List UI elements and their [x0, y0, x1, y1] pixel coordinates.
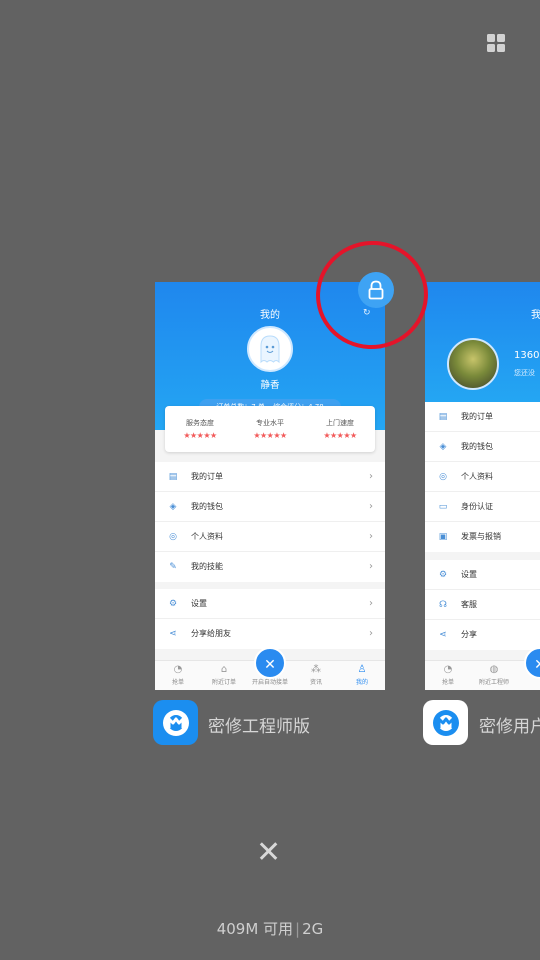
menu-group-settings: ⚙ 设置 › ⋖ 分享给朋友 › [155, 589, 385, 649]
screen-title: 我 [531, 310, 540, 321]
gear-icon: ⚙ [438, 570, 448, 580]
star-rating-icon: ★★★★★ [183, 431, 217, 440]
menu-item-profile[interactable]: ◎ 个人资料 [425, 462, 540, 492]
bottom-tab-bar: ◔ 抢单 ◍ 附近工程师 ✕ [425, 647, 540, 690]
globe-icon: ◍ [489, 664, 499, 675]
news-icon: ⁂ [311, 664, 321, 675]
app-name-label: 密修用户 [479, 717, 540, 737]
share-icon: ⋖ [439, 630, 447, 640]
wallet-icon: ◈ [439, 442, 447, 452]
star-rating-icon: ★★★★★ [323, 431, 357, 440]
chevron-right-icon: › [369, 598, 373, 609]
user-icon: ◎ [169, 532, 177, 542]
person-icon: ♙ [357, 664, 367, 675]
memory-status: 409M 可用 | 2G [216, 920, 324, 938]
user-icon: ◎ [439, 472, 447, 482]
memory-available: 409M 可用 [216, 920, 294, 938]
menu-item-share[interactable]: ⋖ 分享 [425, 620, 540, 650]
menu-item-invoice[interactable]: ▣ 发票与报销 [425, 522, 540, 552]
app-name-label: 密修工程师版 [208, 717, 310, 737]
chevron-right-icon: › [369, 501, 373, 512]
invoice-icon: ▣ [438, 532, 448, 542]
menu-item-profile[interactable]: ◎ 个人资料 › [155, 522, 385, 552]
wrench-icon: ✎ [169, 562, 177, 572]
menu-item-share[interactable]: ⋖ 分享给朋友 › [155, 619, 385, 649]
bottom-tab-bar: ◔ 抢单 ⌂ 附近订单 开启自动接单 ✕ ⁂ 资讯 ♙ 我的 [155, 647, 385, 690]
tools-icon[interactable]: ✕ [254, 647, 286, 679]
order-icon: ▤ [168, 472, 178, 482]
menu-item-wallet[interactable]: ◈ 我的钱包 [425, 432, 540, 462]
profile-subtitle: 您还没 [514, 369, 535, 377]
tab-grab-order[interactable]: ◔ 抢单 [425, 661, 471, 690]
id-card-icon: ▭ [438, 502, 448, 512]
tab-me[interactable]: ♙ 我的 [339, 661, 385, 690]
tools-icon[interactable]: ✕ [524, 647, 540, 679]
menu-item-verification[interactable]: ▭ 身份认证 [425, 492, 540, 522]
menu-item-my-orders[interactable]: ▤ 我的订单 [425, 402, 540, 432]
star-rating-icon: ★★★★★ [253, 431, 287, 440]
menu-group-settings: ⚙ 设置 ☊ 客服 ⋖ 分享 [425, 560, 540, 650]
tab-grab-order[interactable]: ◔ 抢单 [155, 661, 201, 690]
rating-speed: 上门速度 ★★★★★ [305, 418, 375, 440]
tab-nearby-engineers[interactable]: ◍ 附近工程师 [471, 661, 517, 690]
menu-item-settings[interactable]: ⚙ 设置 [425, 560, 540, 590]
chevron-right-icon: › [369, 531, 373, 542]
rating-skill: 专业水平 ★★★★★ [235, 418, 305, 440]
user-name: 静香 [260, 380, 280, 391]
grab-order-icon: ◔ [443, 664, 453, 675]
recent-app-card-user[interactable]: 我 13602 您还没 ▤ 我的订单 ◈ 我的钱包 ◎ 个人资料 ▭ 身份认证 … [425, 282, 540, 690]
avatar [447, 338, 499, 390]
close-all-icon[interactable]: ✕ [256, 838, 281, 868]
menu-item-skills[interactable]: ✎ 我的技能 › [155, 552, 385, 582]
nearby-icon: ⌂ [220, 664, 228, 675]
chevron-right-icon: › [369, 561, 373, 572]
gear-icon: ⚙ [168, 599, 178, 609]
menu-item-my-orders[interactable]: ▤ 我的订单 › [155, 462, 385, 492]
menu-group-main: ▤ 我的订单 ◈ 我的钱包 ◎ 个人资料 ▭ 身份认证 ▣ 发票与报销 [425, 402, 540, 552]
share-icon: ⋖ [169, 629, 177, 639]
profile-header: 我 13602 您还没 [425, 282, 540, 402]
menu-item-wallet[interactable]: ◈ 我的钱包 › [155, 492, 385, 522]
app-logo-icon[interactable] [153, 700, 198, 745]
wallet-icon: ◈ [169, 502, 177, 512]
app-logo-icon[interactable] [423, 700, 468, 745]
headset-icon: ☊ [439, 600, 447, 610]
menu-group-main: ▤ 我的订单 › ◈ 我的钱包 › ◎ 个人资料 › ✎ 我的技能 › [155, 462, 385, 582]
chevron-right-icon: › [369, 471, 373, 482]
rating-panel: 服务态度 ★★★★★ 专业水平 ★★★★★ 上门速度 ★★★★★ [165, 406, 375, 452]
menu-item-support[interactable]: ☊ 客服 [425, 590, 540, 620]
chevron-right-icon: › [369, 628, 373, 639]
phone-number: 13602 [514, 350, 540, 361]
avatar [247, 326, 293, 372]
order-icon: ▤ [438, 412, 448, 422]
grid-view-icon[interactable] [487, 34, 505, 52]
menu-item-settings[interactable]: ⚙ 设置 › [155, 589, 385, 619]
grab-order-icon: ◔ [173, 664, 183, 675]
tab-news[interactable]: ⁂ 资讯 [293, 661, 339, 690]
network-type: 2G [302, 920, 324, 938]
tab-nearby-orders[interactable]: ⌂ 附近订单 [201, 661, 247, 690]
rating-service: 服务态度 ★★★★★ [165, 418, 235, 440]
